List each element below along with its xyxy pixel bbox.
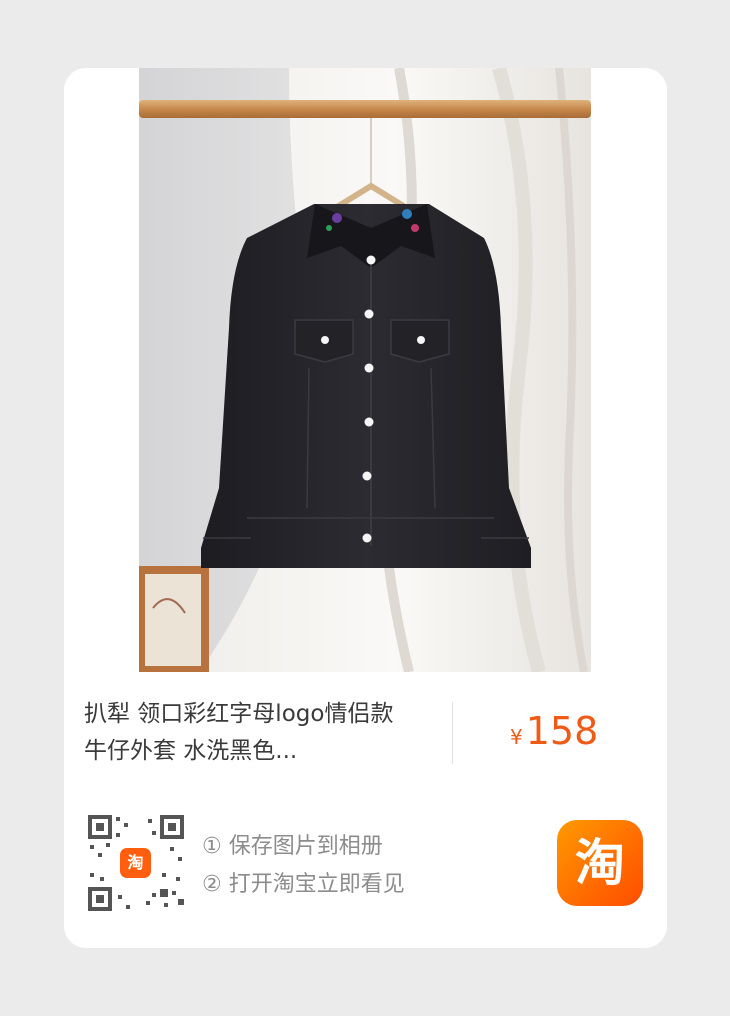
share-steps: ① 保存图片到相册 ② 打开淘宝立即看见 [202,828,405,904]
product-title[interactable]: 扒犁 领口彩红字母logo情侣款牛仔外套 水洗黑色... [84,696,414,770]
step-open-taobao: ② 打开淘宝立即看见 [202,872,405,897]
price-value: 158 [525,709,599,753]
currency-symbol: ¥ [510,725,523,749]
step-save-image: ① 保存图片到相册 [202,834,383,859]
taobao-logo-icon[interactable]: 淘 [557,820,643,906]
share-card: 扒犁 领口彩红字母logo情侣款牛仔外套 水洗黑色... ¥158 淘 ① 保存… [64,68,667,948]
qr-taobao-badge: 淘 [120,848,151,878]
price: ¥158 [510,709,598,753]
divider [452,702,453,764]
product-image[interactable] [139,68,591,672]
